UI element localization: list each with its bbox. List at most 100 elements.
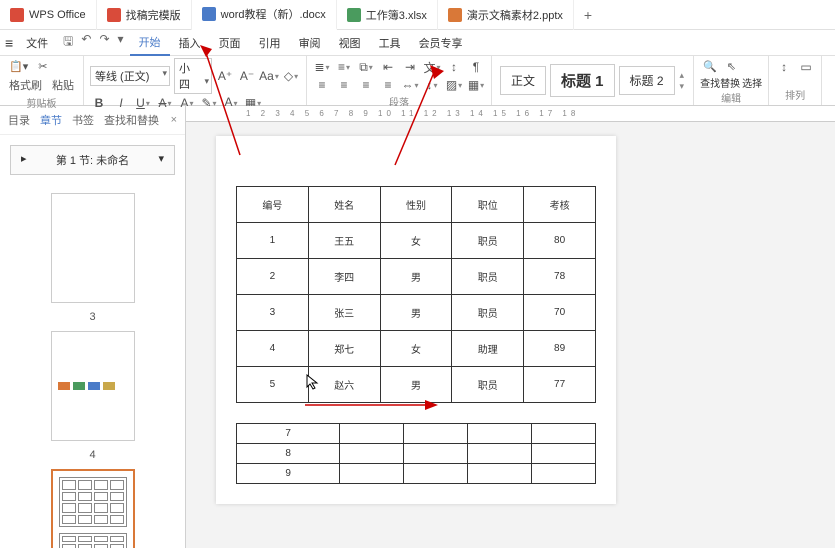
- hamburger-icon[interactable]: ≡: [5, 35, 13, 51]
- quick-access: 🖫 ↶ ↷ ▾: [57, 32, 129, 53]
- find-replace-label[interactable]: 查找替换: [700, 75, 740, 90]
- sort-icon[interactable]: ↕: [445, 58, 463, 76]
- menu-tools[interactable]: 工具: [370, 31, 410, 55]
- select-icon[interactable]: ⇖: [724, 58, 739, 75]
- menu-start[interactable]: 开始: [130, 30, 170, 56]
- ribbon-paragraph: ≣▾ ≡▾ ⧉▾ ⇤ ⇥ 文▾ ↕ ¶ ≡ ≡ ≡ ≡ ⇔▾ ↕▾ ▨▾ ▦▾ …: [307, 56, 492, 105]
- style-heading1[interactable]: 标题 1: [550, 64, 615, 97]
- increase-indent-icon[interactable]: ⇥: [401, 58, 419, 76]
- show-marks-icon[interactable]: ¶: [467, 58, 485, 76]
- style-normal[interactable]: 正文: [500, 66, 546, 95]
- save-icon[interactable]: 🖫: [63, 32, 73, 53]
- strike-icon[interactable]: A▾: [156, 94, 174, 112]
- menu-view[interactable]: 视图: [330, 31, 370, 55]
- font-family-select[interactable]: 等线 (正文): [90, 66, 170, 86]
- copy-button[interactable]: 📋▾: [6, 58, 31, 75]
- style-scroll-up[interactable]: ▴: [680, 70, 685, 81]
- change-case-icon[interactable]: Aa▾: [260, 67, 278, 85]
- more-icon[interactable]: ▾: [118, 32, 124, 53]
- table-row: 编号 姓名 性别 职位 考核: [237, 187, 596, 223]
- ppt-icon: [448, 8, 462, 22]
- section-chevron: ▸: [21, 152, 27, 168]
- undo-icon[interactable]: ↶: [81, 32, 91, 53]
- clear-format-icon[interactable]: ◇▾: [282, 67, 300, 85]
- paste-button[interactable]: 粘贴: [49, 75, 77, 95]
- align-left-icon[interactable]: ≡: [313, 76, 331, 94]
- thumb-label: 4: [20, 449, 165, 461]
- horizontal-ruler: 1 2 3 4 5 6 7 8 9 10 11 12 13 14 15 16 1…: [186, 106, 835, 122]
- tab-label: word教程（新）.docx: [221, 6, 326, 22]
- menu-member[interactable]: 会员专享: [410, 31, 472, 55]
- shading-icon[interactable]: ▨▾: [445, 76, 463, 94]
- table-row: 8: [237, 444, 596, 464]
- menu-review[interactable]: 审阅: [290, 31, 330, 55]
- sidebar-tab-chapter[interactable]: 章节: [40, 112, 62, 128]
- tab-label: 找稿完模版: [126, 7, 181, 23]
- thumbnail-list[interactable]: 3 4 5: [0, 185, 185, 548]
- secondary-table[interactable]: 7 8 9: [236, 423, 596, 484]
- table-header[interactable]: 姓名: [308, 187, 380, 223]
- table-header[interactable]: 考核: [524, 187, 596, 223]
- thumb-5[interactable]: [51, 469, 135, 548]
- main-table[interactable]: 编号 姓名 性别 职位 考核 1王五女职员80 2李四男职员78 3张三男职员7…: [236, 186, 596, 403]
- format-painter[interactable]: 格式刷: [6, 75, 45, 95]
- text-direction-icon[interactable]: 文▾: [423, 58, 441, 76]
- section-selector[interactable]: ▸ 第 1 节: 未命名 ▾: [10, 145, 175, 175]
- menu-bar: ≡ 文件 🖫 ↶ ↷ ▾ 开始 插入 页面 引用 审阅 视图 工具 会员专享: [0, 30, 835, 56]
- page[interactable]: 编号 姓名 性别 职位 考核 1王五女职员80 2李四男职员78 3张三男职员7…: [216, 136, 616, 504]
- table-header[interactable]: 编号: [237, 187, 309, 223]
- select-label[interactable]: 选择: [742, 75, 762, 90]
- table-row: 5赵六男职员77: [237, 367, 596, 403]
- doc-tab-word[interactable]: word教程（新）.docx: [192, 0, 337, 30]
- align-right-icon[interactable]: ≡: [357, 76, 375, 94]
- thumb-3[interactable]: [51, 193, 135, 303]
- align-icon[interactable]: ▭: [797, 58, 815, 76]
- cut-button[interactable]: ✂: [35, 58, 50, 75]
- decrease-indent-icon[interactable]: ⇤: [379, 58, 397, 76]
- table-header[interactable]: 性别: [380, 187, 452, 223]
- doc-tab-ppt[interactable]: 演示文稿素材2.pptx: [438, 0, 574, 30]
- menu-page[interactable]: 页面: [210, 31, 250, 55]
- align-justify-icon[interactable]: ≡: [379, 76, 397, 94]
- grow-font-icon[interactable]: A⁺: [216, 67, 234, 85]
- menu-reference[interactable]: 引用: [250, 31, 290, 55]
- bold-icon[interactable]: B: [90, 94, 108, 112]
- menu-file[interactable]: 文件: [17, 31, 57, 55]
- sidebar-tab-find[interactable]: 查找和替换: [104, 112, 159, 128]
- ribbon-font: 等线 (正文) 小四 A⁺ A⁻ Aa▾ ◇▾ B I U▾ A▾ A▾ ✎▾ …: [84, 56, 307, 105]
- close-icon[interactable]: ×: [171, 114, 177, 126]
- find-icon[interactable]: 🔍: [700, 58, 720, 75]
- table-header[interactable]: 职位: [452, 187, 524, 223]
- sidebar-title: 目录: [8, 112, 30, 128]
- underline-icon[interactable]: U▾: [134, 94, 152, 112]
- menu-insert[interactable]: 插入: [170, 31, 210, 55]
- style-scroll-down[interactable]: ▾: [680, 81, 685, 92]
- table-row: 4郑七女助理89: [237, 331, 596, 367]
- table-row: 3张三男职员70: [237, 295, 596, 331]
- sidebar-tab-bookmark[interactable]: 书签: [72, 112, 94, 128]
- shrink-font-icon[interactable]: A⁻: [238, 67, 256, 85]
- redo-icon[interactable]: ↷: [99, 32, 109, 53]
- style-heading2[interactable]: 标题 2: [619, 66, 675, 95]
- doc-tab-template[interactable]: 找稿完模版: [97, 0, 192, 30]
- table-row: 1王五女职员80: [237, 223, 596, 259]
- italic-icon[interactable]: I: [112, 94, 130, 112]
- line-spacing-icon[interactable]: ↕▾: [423, 76, 441, 94]
- arrange-icon[interactable]: ↕: [775, 58, 793, 76]
- document-canvas[interactable]: 1 2 3 4 5 6 7 8 9 10 11 12 13 14 15 16 1…: [186, 106, 835, 548]
- bullet-list-icon[interactable]: ≣▾: [313, 58, 331, 76]
- thumb-4[interactable]: [51, 331, 135, 441]
- borders-icon[interactable]: ▦▾: [467, 76, 485, 94]
- number-list-icon[interactable]: ≡▾: [335, 58, 353, 76]
- font-size-select[interactable]: 小四: [174, 58, 212, 94]
- excel-icon: [347, 8, 361, 22]
- multilevel-icon[interactable]: ⧉▾: [357, 58, 375, 76]
- distribute-icon[interactable]: ⇔▾: [401, 76, 419, 94]
- align-center-icon[interactable]: ≡: [335, 76, 353, 94]
- doc-tab-excel[interactable]: 工作簿3.xlsx: [337, 0, 438, 30]
- new-tab-button[interactable]: +: [574, 7, 602, 23]
- ribbon-styles: 正文 标题 1 标题 2 ▴ ▾: [492, 56, 694, 105]
- table-row: 9: [237, 464, 596, 484]
- chevron-down-icon: ▾: [158, 152, 164, 168]
- app-tab[interactable]: WPS Office: [0, 0, 97, 30]
